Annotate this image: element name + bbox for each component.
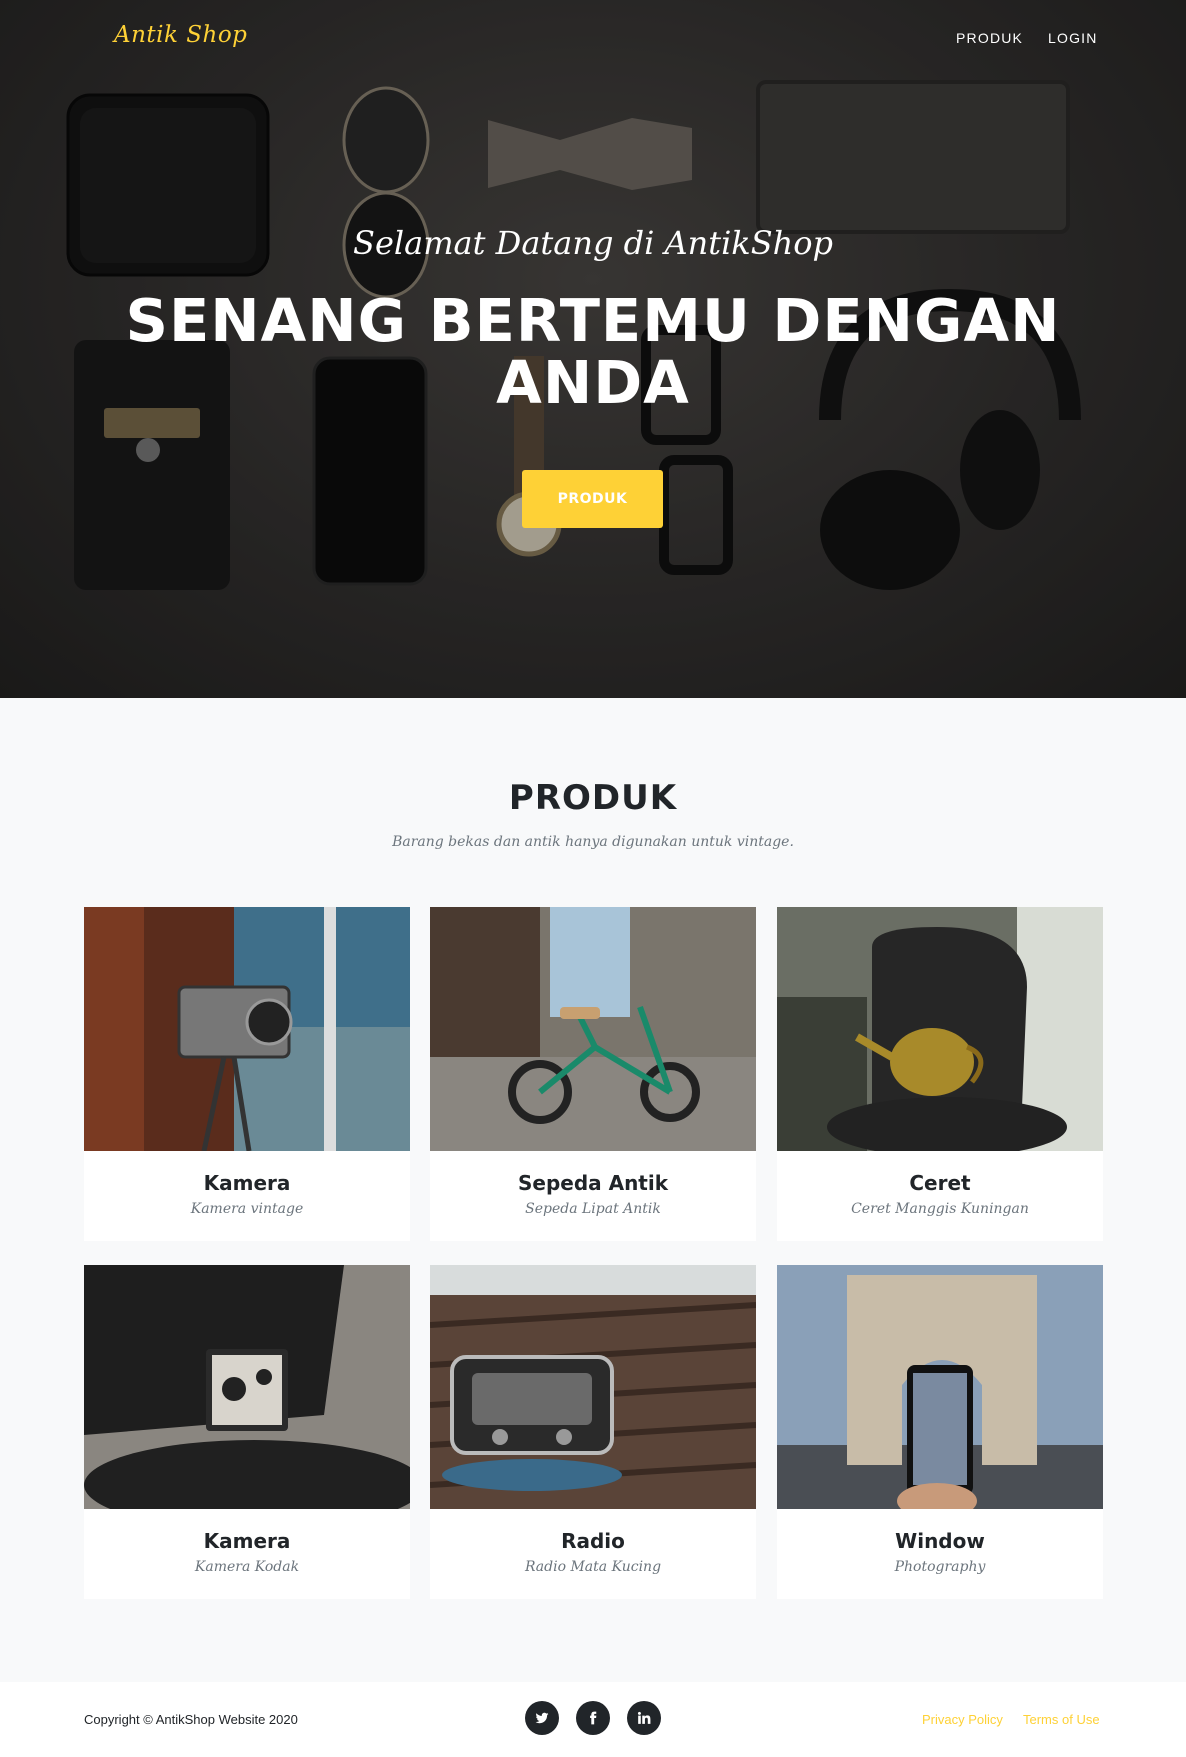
radio-photo-icon bbox=[430, 1265, 756, 1509]
kettle-photo-icon bbox=[777, 907, 1103, 1151]
product-description: Kamera Kodak bbox=[194, 1559, 300, 1575]
product-card[interactable]: Window Photography bbox=[777, 1265, 1103, 1599]
product-image bbox=[84, 1265, 410, 1509]
copyright-text: Copyright © AntikShop Website 2020 bbox=[84, 1712, 298, 1727]
facebook-button[interactable] bbox=[576, 1701, 610, 1735]
product-name: Window bbox=[895, 1529, 985, 1553]
product-description: Kamera vintage bbox=[190, 1201, 304, 1217]
product-card[interactable]: Kamera Kamera vintage bbox=[84, 907, 410, 1241]
product-name: Kamera bbox=[203, 1171, 291, 1195]
product-card[interactable]: Kamera Kamera Kodak bbox=[84, 1265, 410, 1599]
bicycle-photo-icon bbox=[430, 907, 756, 1151]
hero-section: Antik Shop PRODUK LOGIN Selamat Datang d… bbox=[0, 0, 1186, 698]
nav-link-login[interactable]: LOGIN bbox=[1048, 30, 1098, 46]
camera-photo-icon bbox=[84, 907, 410, 1151]
product-image bbox=[777, 907, 1103, 1151]
product-image bbox=[430, 1265, 756, 1509]
arc-photo-icon bbox=[777, 1265, 1103, 1509]
product-description: Photography bbox=[894, 1559, 986, 1575]
product-card[interactable]: Radio Radio Mata Kucing bbox=[430, 1265, 756, 1599]
kodak-camera-photo-icon bbox=[84, 1265, 410, 1509]
terms-of-use-link[interactable]: Terms of Use bbox=[1023, 1712, 1100, 1727]
hero-title: SENANG BERTEMU DENGAN ANDA bbox=[125, 286, 1061, 417]
twitter-icon bbox=[535, 1712, 549, 1724]
product-name: Kamera bbox=[203, 1529, 291, 1553]
product-card[interactable]: Ceret Ceret Manggis Kuningan bbox=[777, 907, 1103, 1241]
product-name: Radio bbox=[561, 1529, 625, 1553]
hero-produk-button[interactable]: PRODUK bbox=[522, 470, 663, 528]
product-image bbox=[430, 907, 756, 1151]
facebook-icon bbox=[590, 1711, 597, 1725]
product-card[interactable]: Sepeda Antik Sepeda Lipat Antik bbox=[430, 907, 756, 1241]
product-name: Sepeda Antik bbox=[517, 1171, 669, 1195]
twitter-button[interactable] bbox=[525, 1701, 559, 1735]
linkedin-icon bbox=[637, 1711, 651, 1724]
product-description: Ceret Manggis Kuningan bbox=[851, 1201, 1029, 1217]
brand-logo[interactable]: Antik Shop bbox=[114, 22, 247, 48]
footer: Copyright © AntikShop Website 2020 Priva… bbox=[0, 1682, 1186, 1757]
linkedin-button[interactable] bbox=[627, 1701, 661, 1735]
product-image bbox=[84, 907, 410, 1151]
section-subtitle: Barang bekas dan antik hanya digunakan u… bbox=[392, 834, 794, 850]
navbar: Antik Shop PRODUK LOGIN bbox=[0, 0, 1186, 80]
product-description: Sepeda Lipat Antik bbox=[525, 1201, 661, 1217]
section-title: PRODUK bbox=[508, 778, 678, 818]
product-description: Radio Mata Kucing bbox=[524, 1559, 662, 1575]
product-name: Ceret bbox=[909, 1171, 971, 1195]
privacy-policy-link[interactable]: Privacy Policy bbox=[922, 1712, 1003, 1727]
product-image bbox=[777, 1265, 1103, 1509]
nav-link-produk[interactable]: PRODUK bbox=[956, 30, 1023, 46]
hero-subtitle: Selamat Datang di AntikShop bbox=[353, 224, 833, 262]
